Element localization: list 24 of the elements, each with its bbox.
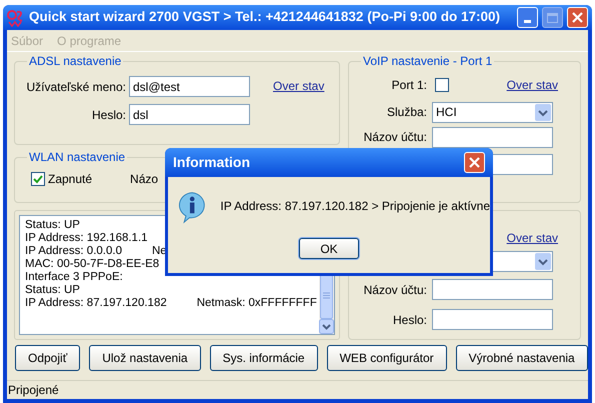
field-label: Názo [130, 171, 158, 188]
log-line: IP Address: 192.168.1.1 [25, 232, 148, 245]
group-title: VoIP nastavenie - Port 1 [362, 53, 494, 70]
field-label: Názov účtu: [362, 282, 427, 298]
dialog-message: IP Address: 87.197.120.182 > Pripojenie je aktívne [220, 198, 490, 215]
window-title: Quick start wizard 2700 VGST > Tel.: +421244641832 (Po-Pi 9:00 do 17:00) [29, 8, 501, 26]
log-line: Status: UP [25, 219, 80, 232]
field-label: Heslo: [392, 312, 427, 328]
log-line: IP Address: 87.197.120.182 [25, 297, 167, 310]
status-text: Pripojené [8, 382, 59, 399]
field-label: Heslo: [90, 106, 126, 124]
field-label: Názov účtu: [362, 129, 427, 146]
field-label: Služba: [386, 104, 427, 121]
dialog-title: Information [173, 153, 251, 172]
field-label: Port 1: [390, 77, 427, 94]
checkbox-label: Zapnuté [48, 171, 92, 188]
log-line: IP Address: 0.0.0.0 [25, 245, 122, 258]
group-title: WLAN nastavenie [28, 149, 126, 166]
log-line: Interface 3 PPPoE: [25, 271, 123, 284]
log-line: MAC: 00-50-7F-D8-EE-E8 [25, 258, 160, 271]
log-line: Status: UP [25, 284, 80, 297]
field-label: Užívateľské meno: [25, 78, 126, 96]
log-line: Netmask: 0xFFFFFFFF [196, 297, 317, 310]
group-title: ADSL nastavenie [28, 53, 122, 70]
